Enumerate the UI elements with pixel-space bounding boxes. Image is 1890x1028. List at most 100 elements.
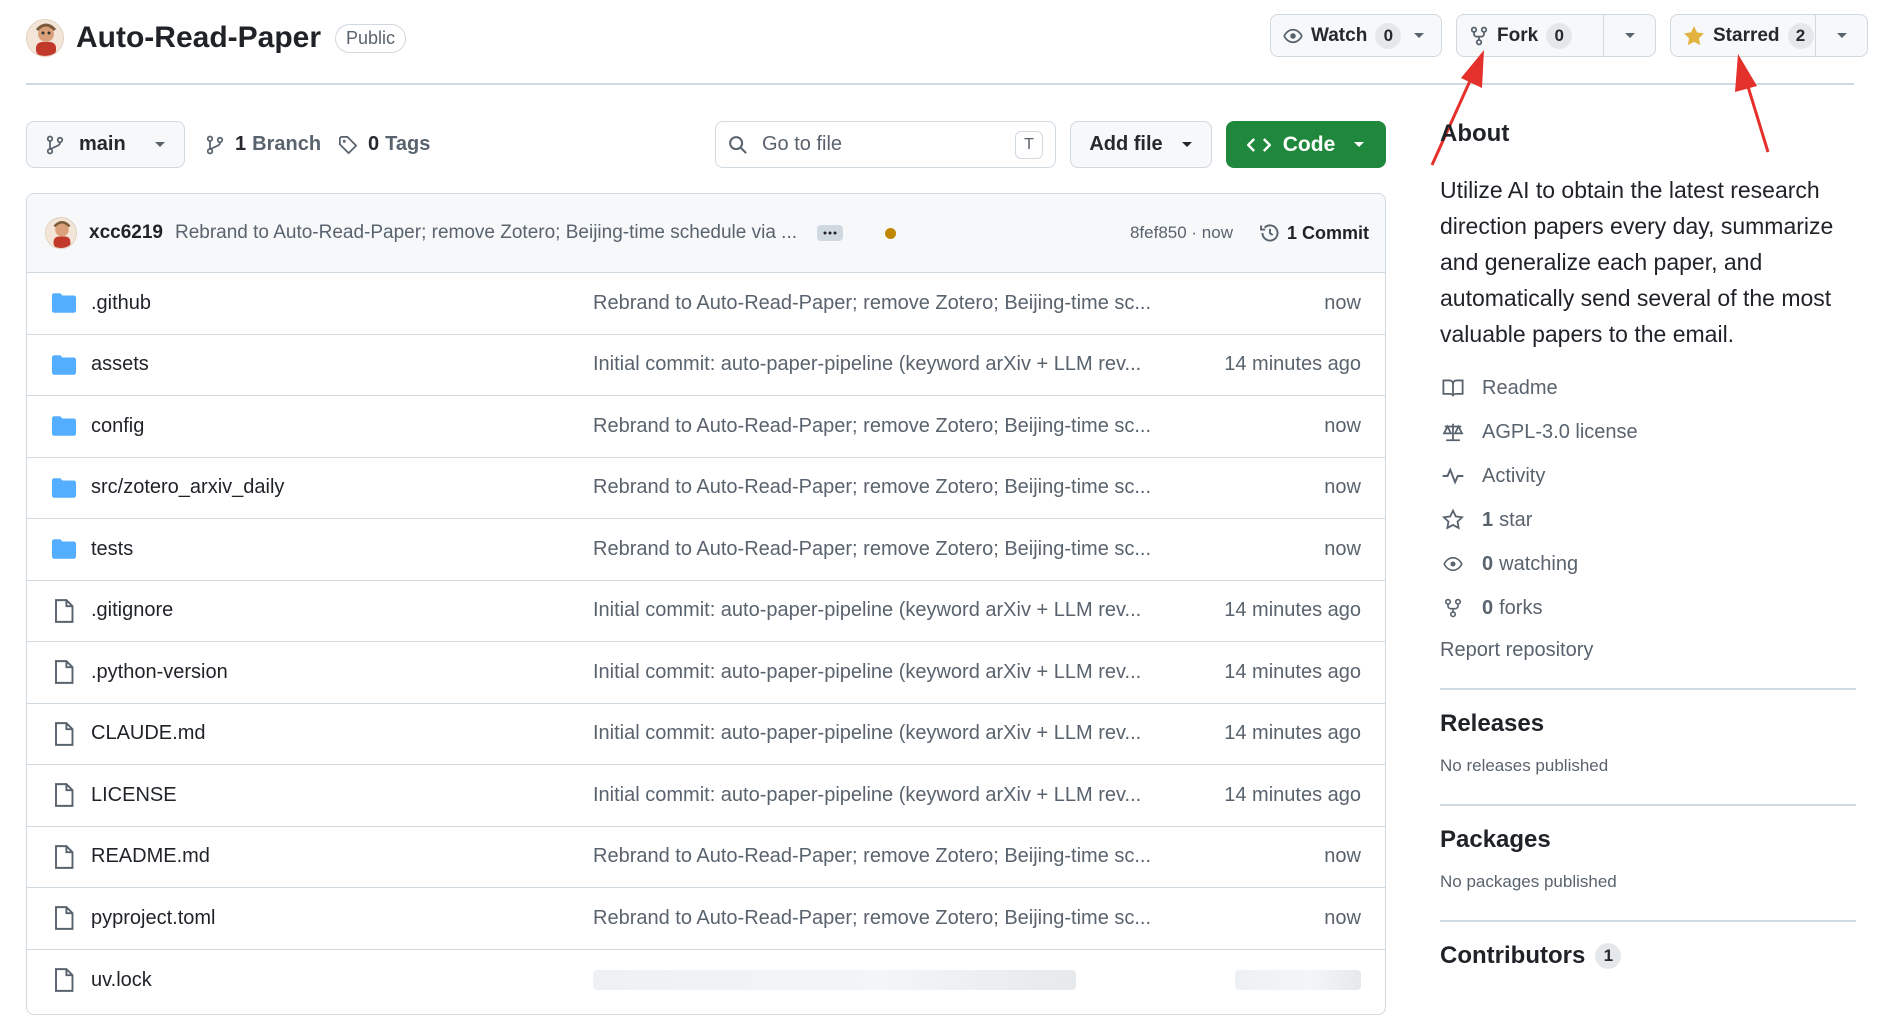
eye-icon bbox=[1440, 554, 1466, 574]
file-name[interactable]: .python-version bbox=[91, 661, 571, 684]
packages-heading[interactable]: Packages bbox=[1440, 826, 1856, 854]
repo-sidebar: About Utilize AI to obtain the latest re… bbox=[1440, 120, 1856, 970]
file-name[interactable]: src/zotero_arxiv_daily bbox=[91, 476, 571, 499]
activity-link[interactable]: Activity bbox=[1440, 454, 1856, 498]
file-commit-message[interactable]: Initial commit: auto-paper-pipeline (key… bbox=[593, 722, 1141, 745]
file-row[interactable]: src/zotero_arxiv_daily Rebrand to Auto-Re… bbox=[27, 458, 1385, 519]
commit-message[interactable]: Rebrand to Auto-Read-Paper; remove Zoter… bbox=[175, 222, 797, 244]
branches-link[interactable]: 1 Branch bbox=[205, 121, 321, 168]
file-row[interactable]: CLAUDE.md Initial commit: auto-paper-pipe… bbox=[27, 704, 1385, 765]
watching-link[interactable]: 0 watching bbox=[1440, 542, 1856, 586]
commit-author-avatar[interactable] bbox=[45, 217, 77, 249]
file-name[interactable]: uv.lock bbox=[91, 969, 571, 992]
file-icon bbox=[51, 967, 77, 993]
fork-dropdown[interactable] bbox=[1603, 15, 1655, 56]
fork-button[interactable]: Fork 0 bbox=[1457, 15, 1603, 56]
file-name[interactable]: README.md bbox=[91, 845, 571, 868]
file-commit-message[interactable]: Rebrand to Auto-Read-Paper; remove Zoter… bbox=[593, 845, 1151, 868]
file-commit-message[interactable]: Initial commit: auto-paper-pipeline (key… bbox=[593, 784, 1141, 807]
file-name[interactable]: assets bbox=[91, 353, 571, 376]
star-icon bbox=[1440, 509, 1466, 531]
expand-commit-message-button[interactable] bbox=[817, 225, 844, 241]
file-row[interactable]: .github Rebrand to Auto-Read-Paper; remov… bbox=[27, 273, 1385, 335]
chevron-down-icon bbox=[154, 141, 166, 149]
file-commit-message[interactable]: Initial commit: auto-paper-pipeline (key… bbox=[593, 661, 1141, 684]
file-commit-message[interactable]: Rebrand to Auto-Read-Paper; remove Zoter… bbox=[593, 476, 1151, 499]
file-commit-time: 14 minutes ago bbox=[1224, 660, 1361, 683]
file-row[interactable]: .python-version Initial commit: auto-pape… bbox=[27, 642, 1385, 704]
file-commit-time: 14 minutes ago bbox=[1224, 783, 1361, 806]
code-icon bbox=[1246, 135, 1271, 155]
go-to-file-input[interactable]: Go to file T bbox=[715, 121, 1056, 168]
file-commit-message[interactable]: Rebrand to Auto-Read-Paper; remove Zoter… bbox=[593, 292, 1151, 315]
starred-button[interactable]: Starred 2 bbox=[1671, 15, 1815, 56]
forks-count: 0 bbox=[1482, 596, 1494, 619]
file-name[interactable]: .github bbox=[91, 292, 571, 315]
watch-button[interactable]: Watch 0 bbox=[1270, 14, 1442, 57]
owner-avatar[interactable] bbox=[26, 19, 64, 57]
tags-count: 0 bbox=[368, 133, 380, 155]
forks-link[interactable]: 0 forks bbox=[1440, 586, 1856, 630]
about-heading: About bbox=[1440, 120, 1510, 147]
file-icon bbox=[51, 721, 77, 747]
file-name[interactable]: .gitignore bbox=[91, 599, 571, 622]
contributors-heading[interactable]: Contributors bbox=[1440, 942, 1585, 970]
star-button-group: Starred 2 bbox=[1670, 14, 1868, 57]
file-icon bbox=[51, 782, 77, 808]
readme-link[interactable]: Readme bbox=[1440, 366, 1856, 410]
report-repository-link[interactable]: Report repository bbox=[1440, 630, 1856, 670]
file-commit-time: now bbox=[1324, 414, 1361, 437]
fork-label: Fork bbox=[1497, 24, 1539, 46]
ci-status-dot[interactable] bbox=[885, 227, 897, 239]
loading-placeholder bbox=[593, 970, 1076, 991]
releases-heading[interactable]: Releases bbox=[1440, 710, 1856, 738]
commit-author[interactable]: xcc6219 bbox=[89, 222, 163, 244]
file-row[interactable]: config Rebrand to Auto-Read-Paper; remove… bbox=[27, 396, 1385, 458]
law-scale-icon bbox=[1440, 422, 1466, 442]
contributors-count: 1 bbox=[1595, 943, 1622, 969]
fork-icon bbox=[1440, 598, 1466, 618]
file-name[interactable]: pyproject.toml bbox=[91, 907, 571, 930]
commit-sha-time[interactable]: 8fef850 · now bbox=[1130, 223, 1233, 243]
file-row[interactable]: assets Initial commit: auto-paper-pipelin… bbox=[27, 335, 1385, 396]
file-name[interactable]: config bbox=[91, 415, 571, 438]
license-link[interactable]: AGPL-3.0 license bbox=[1440, 410, 1856, 454]
file-commit-time: now bbox=[1324, 906, 1361, 929]
pulse-icon bbox=[1440, 467, 1466, 485]
file-row[interactable]: README.md Rebrand to Auto-Read-Paper; rem… bbox=[27, 827, 1385, 888]
eye-icon bbox=[1283, 26, 1303, 46]
file-name[interactable]: LICENSE bbox=[91, 784, 571, 807]
tags-link[interactable]: 0 Tags bbox=[338, 121, 430, 168]
add-file-button[interactable]: Add file bbox=[1070, 121, 1212, 168]
file-row[interactable]: uv.lock bbox=[27, 950, 1385, 1012]
file-commit-message[interactable]: Initial commit: auto-paper-pipeline (key… bbox=[593, 599, 1141, 622]
commits-link[interactable]: 1 Commit bbox=[1259, 222, 1369, 244]
chevron-down-icon bbox=[1181, 141, 1193, 149]
file-commit-message[interactable]: Rebrand to Auto-Read-Paper; remove Zoter… bbox=[593, 907, 1151, 930]
file-icon bbox=[51, 905, 77, 931]
file-row[interactable]: LICENSE Initial commit: auto-paper-pipeli… bbox=[27, 765, 1385, 827]
star-dropdown[interactable] bbox=[1815, 15, 1867, 56]
file-commit-message[interactable]: Initial commit: auto-paper-pipeline (key… bbox=[593, 353, 1141, 376]
file-commit-message[interactable]: Rebrand to Auto-Read-Paper; remove Zoter… bbox=[593, 415, 1151, 438]
folder-icon bbox=[51, 352, 77, 378]
code-button[interactable]: Code bbox=[1226, 121, 1386, 168]
file-row[interactable]: pyproject.toml Rebrand to Auto-Read-Paper… bbox=[27, 888, 1385, 950]
file-row[interactable]: .gitignore Initial commit: auto-paper-pip… bbox=[27, 581, 1385, 642]
search-icon bbox=[728, 135, 748, 155]
releases-empty-text: No releases published bbox=[1440, 756, 1609, 775]
branch-selector[interactable]: main bbox=[26, 121, 185, 168]
file-name[interactable]: CLAUDE.md bbox=[91, 722, 571, 745]
about-description: Utilize AI to obtain the latest research… bbox=[1440, 177, 1834, 347]
repo-name[interactable]: Auto-Read-Paper bbox=[76, 21, 321, 55]
stars-link[interactable]: 1 star bbox=[1440, 498, 1856, 542]
visibility-badge: Public bbox=[335, 23, 407, 53]
file-row[interactable]: tests Rebrand to Auto-Read-Paper; remove … bbox=[27, 519, 1385, 581]
stars-label: star bbox=[1499, 508, 1533, 531]
history-icon bbox=[1259, 222, 1281, 244]
folder-icon bbox=[51, 413, 77, 439]
header-divider bbox=[26, 83, 1854, 85]
file-name[interactable]: tests bbox=[91, 538, 571, 561]
file-commit-message[interactable]: Rebrand to Auto-Read-Paper; remove Zoter… bbox=[593, 538, 1151, 561]
chevron-down-icon bbox=[1624, 32, 1636, 40]
